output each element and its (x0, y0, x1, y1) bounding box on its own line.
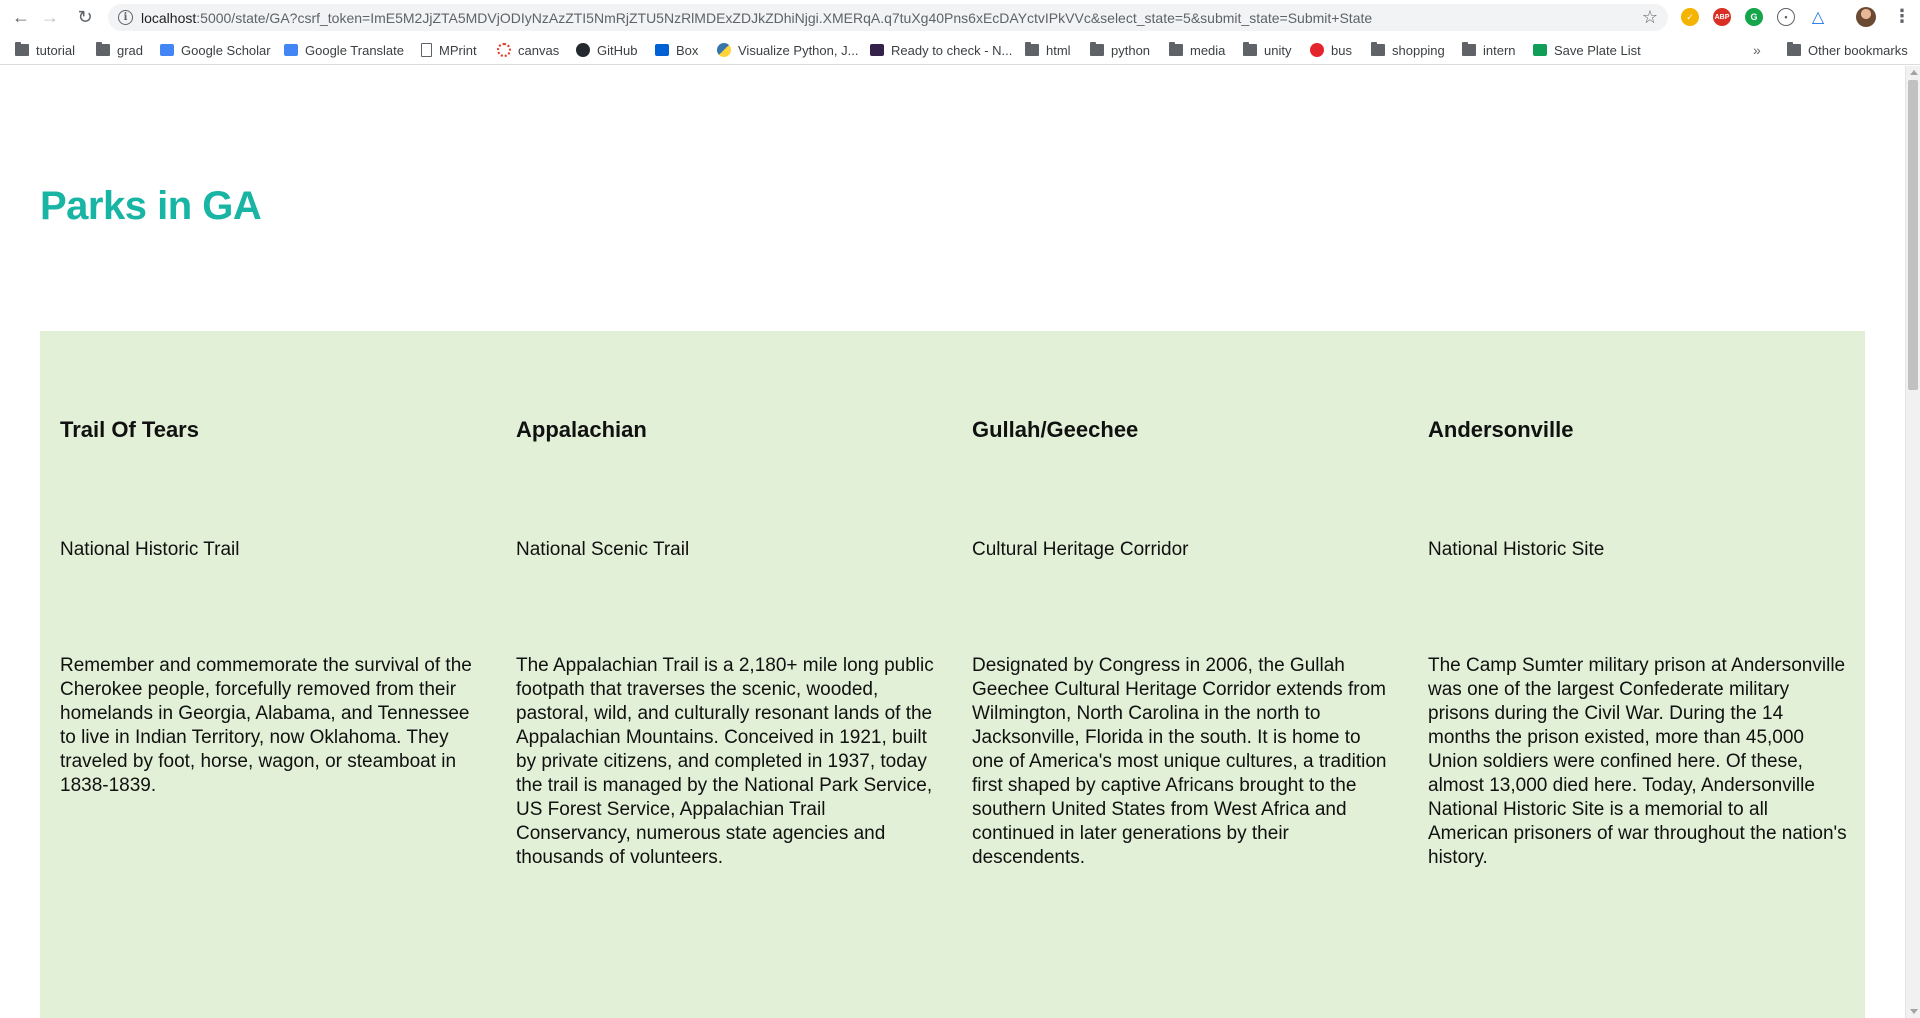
bookmark-box[interactable]: Box (655, 40, 698, 60)
bookmark-mprint[interactable]: MPrint (421, 40, 477, 60)
bookmark-google-scholar[interactable]: Google Scholar (160, 40, 271, 60)
folder-icon (1787, 42, 1801, 56)
adblock-plus-icon[interactable]: ABP (1713, 8, 1731, 26)
bookmark-other-bookmarks[interactable]: Other bookmarks (1787, 40, 1908, 60)
page-icon (421, 43, 432, 57)
bookmark-html[interactable]: html (1025, 40, 1071, 60)
bookmark-grad[interactable]: grad (96, 40, 143, 60)
profile-avatar[interactable] (1856, 7, 1876, 27)
bus-icon (1310, 43, 1324, 57)
extension-circle-icon[interactable]: • (1777, 8, 1795, 26)
bookmark-bus[interactable]: bus (1310, 40, 1352, 60)
browser-menu-icon[interactable]: ⋮ (1893, 6, 1911, 27)
park-description: Designated by Congress in 2006, the Gull… (972, 655, 1387, 868)
extension-checkmark-icon[interactable]: ✓ (1681, 8, 1699, 26)
park-designation: National Historic Site (1428, 539, 1605, 560)
park-designation: National Scenic Trail (516, 539, 690, 560)
reload-icon[interactable]: ↻ (71, 3, 99, 31)
parks-panel: Trail Of Tears National Historic Trail R… (40, 331, 1865, 1018)
park-name: Andersonville (1428, 417, 1574, 442)
site-info-icon[interactable]: i (118, 10, 133, 25)
park-designation: Cultural Heritage Corridor (972, 539, 1189, 560)
bookmark-save-plate-list[interactable]: Save Plate List (1533, 40, 1641, 60)
bookmark-canvas[interactable]: canvas (497, 40, 559, 60)
scroll-up-arrow-icon[interactable] (1910, 70, 1918, 75)
folder-icon (1169, 42, 1183, 56)
park-name: Appalachian (516, 417, 647, 442)
url-text[interactable]: localhost:5000/state/GA?csrf_token=ImE5M… (141, 10, 1372, 26)
bookmark-media[interactable]: media (1169, 40, 1225, 60)
python-icon (717, 43, 731, 57)
address-bar[interactable]: i localhost:5000/state/GA?csrf_token=ImE… (108, 4, 1668, 31)
back-arrow-icon[interactable]: ← (7, 3, 35, 31)
scroll-down-arrow-icon[interactable] (1910, 1009, 1918, 1014)
bookmark-shopping[interactable]: shopping (1371, 40, 1445, 60)
bookmark-unity[interactable]: unity (1243, 40, 1291, 60)
park-description: The Camp Sumter military prison at Ander… (1428, 655, 1847, 868)
more-bookmarks-chevron-icon[interactable]: » (1753, 42, 1761, 58)
scrollbar-thumb[interactable] (1908, 80, 1918, 390)
folder-icon (1371, 42, 1385, 56)
bookmark-star-icon[interactable]: ☆ (1642, 7, 1658, 28)
park-designation: National Historic Trail (60, 539, 240, 560)
sheets-icon (1533, 44, 1547, 56)
park-description: Remember and commemorate the survival of… (60, 655, 472, 796)
page-viewport: Parks in GA Trail Of Tears National Hist… (0, 66, 1905, 1018)
bookmark-python[interactable]: python (1090, 40, 1150, 60)
grammarly-icon[interactable]: G (1745, 8, 1763, 26)
park-name: Gullah/Geechee (972, 417, 1139, 442)
google-translate-icon (284, 44, 298, 56)
forward-arrow-icon[interactable]: → (36, 3, 64, 31)
bookmark-github[interactable]: GitHub (576, 40, 637, 60)
box-icon (655, 44, 669, 56)
folder-icon (96, 42, 110, 56)
ready-to-check-icon (870, 44, 884, 56)
page-scrollbar[interactable] (1905, 66, 1920, 1018)
browser-toolbar: ← → ↻ i localhost:5000/state/GA?csrf_tok… (0, 0, 1920, 34)
bookmark-visualize-python[interactable]: Visualize Python, J... (717, 40, 858, 60)
folder-icon (1025, 42, 1039, 56)
folder-icon (1462, 42, 1476, 56)
bookmark-google-translate[interactable]: Google Translate (284, 40, 404, 60)
folder-icon (1243, 42, 1257, 56)
park-description: The Appalachian Trail is a 2,180+ mile l… (516, 655, 934, 868)
github-icon (576, 43, 590, 57)
folder-icon (1090, 42, 1104, 56)
google-drive-icon[interactable]: △ (1809, 8, 1827, 26)
bookmark-tutorial[interactable]: tutorial (15, 40, 75, 60)
park-name: Trail Of Tears (60, 417, 199, 442)
page-title: Parks in GA (40, 184, 262, 228)
canvas-icon (497, 43, 511, 57)
bookmarks-bar: tutorial grad Google Scholar Google Tran… (0, 35, 1920, 65)
folder-icon (15, 42, 29, 56)
bookmark-intern[interactable]: intern (1462, 40, 1516, 60)
bookmark-ready-to-check[interactable]: Ready to check - N... (870, 40, 1012, 60)
google-scholar-icon (160, 44, 174, 56)
